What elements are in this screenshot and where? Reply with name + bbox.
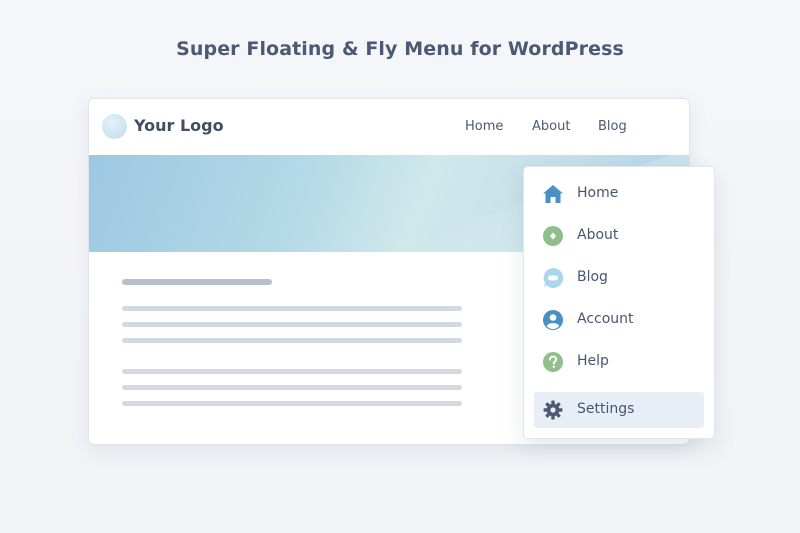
fly-menu-item-account[interactable]: Account bbox=[534, 302, 704, 338]
fly-menu-item-about[interactable]: About bbox=[534, 218, 704, 254]
fly-menu-item-home[interactable]: Home bbox=[534, 176, 704, 212]
logo-text[interactable]: Your Logo bbox=[134, 116, 224, 135]
site-header: Your Logo Home About Blog bbox=[89, 99, 689, 155]
page-title: Super Floating & Fly Menu for WordPress bbox=[176, 38, 624, 60]
chat-bubble-icon bbox=[543, 267, 564, 288]
fly-menu: Home About Blog Account Help Settings bbox=[523, 166, 715, 439]
home-icon bbox=[543, 185, 563, 203]
content-line-placeholder bbox=[122, 322, 462, 327]
user-icon bbox=[543, 310, 563, 330]
content-line-placeholder bbox=[122, 369, 462, 374]
info-icon bbox=[543, 226, 563, 246]
fly-menu-item-blog[interactable]: Blog bbox=[534, 260, 704, 296]
content-line-placeholder bbox=[122, 338, 462, 343]
fly-menu-item-label: About bbox=[577, 227, 619, 243]
fly-menu-item-label: Settings bbox=[577, 401, 635, 417]
content-heading-placeholder bbox=[122, 279, 272, 285]
content-line-placeholder bbox=[122, 385, 462, 390]
top-nav-about[interactable]: About bbox=[532, 119, 570, 134]
content-line-placeholder bbox=[122, 306, 462, 311]
gear-icon bbox=[543, 400, 563, 420]
fly-menu-item-settings[interactable]: Settings bbox=[534, 392, 704, 428]
fly-menu-item-label: Help bbox=[577, 353, 609, 369]
fly-menu-item-label: Home bbox=[577, 185, 619, 201]
fly-menu-item-help[interactable]: Help bbox=[534, 344, 704, 380]
fly-menu-item-label: Blog bbox=[577, 269, 608, 285]
fly-menu-item-label: Account bbox=[577, 311, 634, 327]
top-nav-blog[interactable]: Blog bbox=[598, 119, 627, 134]
top-nav-home[interactable]: Home bbox=[465, 119, 503, 134]
logo-icon[interactable] bbox=[102, 114, 127, 139]
content-line-placeholder bbox=[122, 401, 462, 406]
help-icon bbox=[543, 352, 563, 372]
